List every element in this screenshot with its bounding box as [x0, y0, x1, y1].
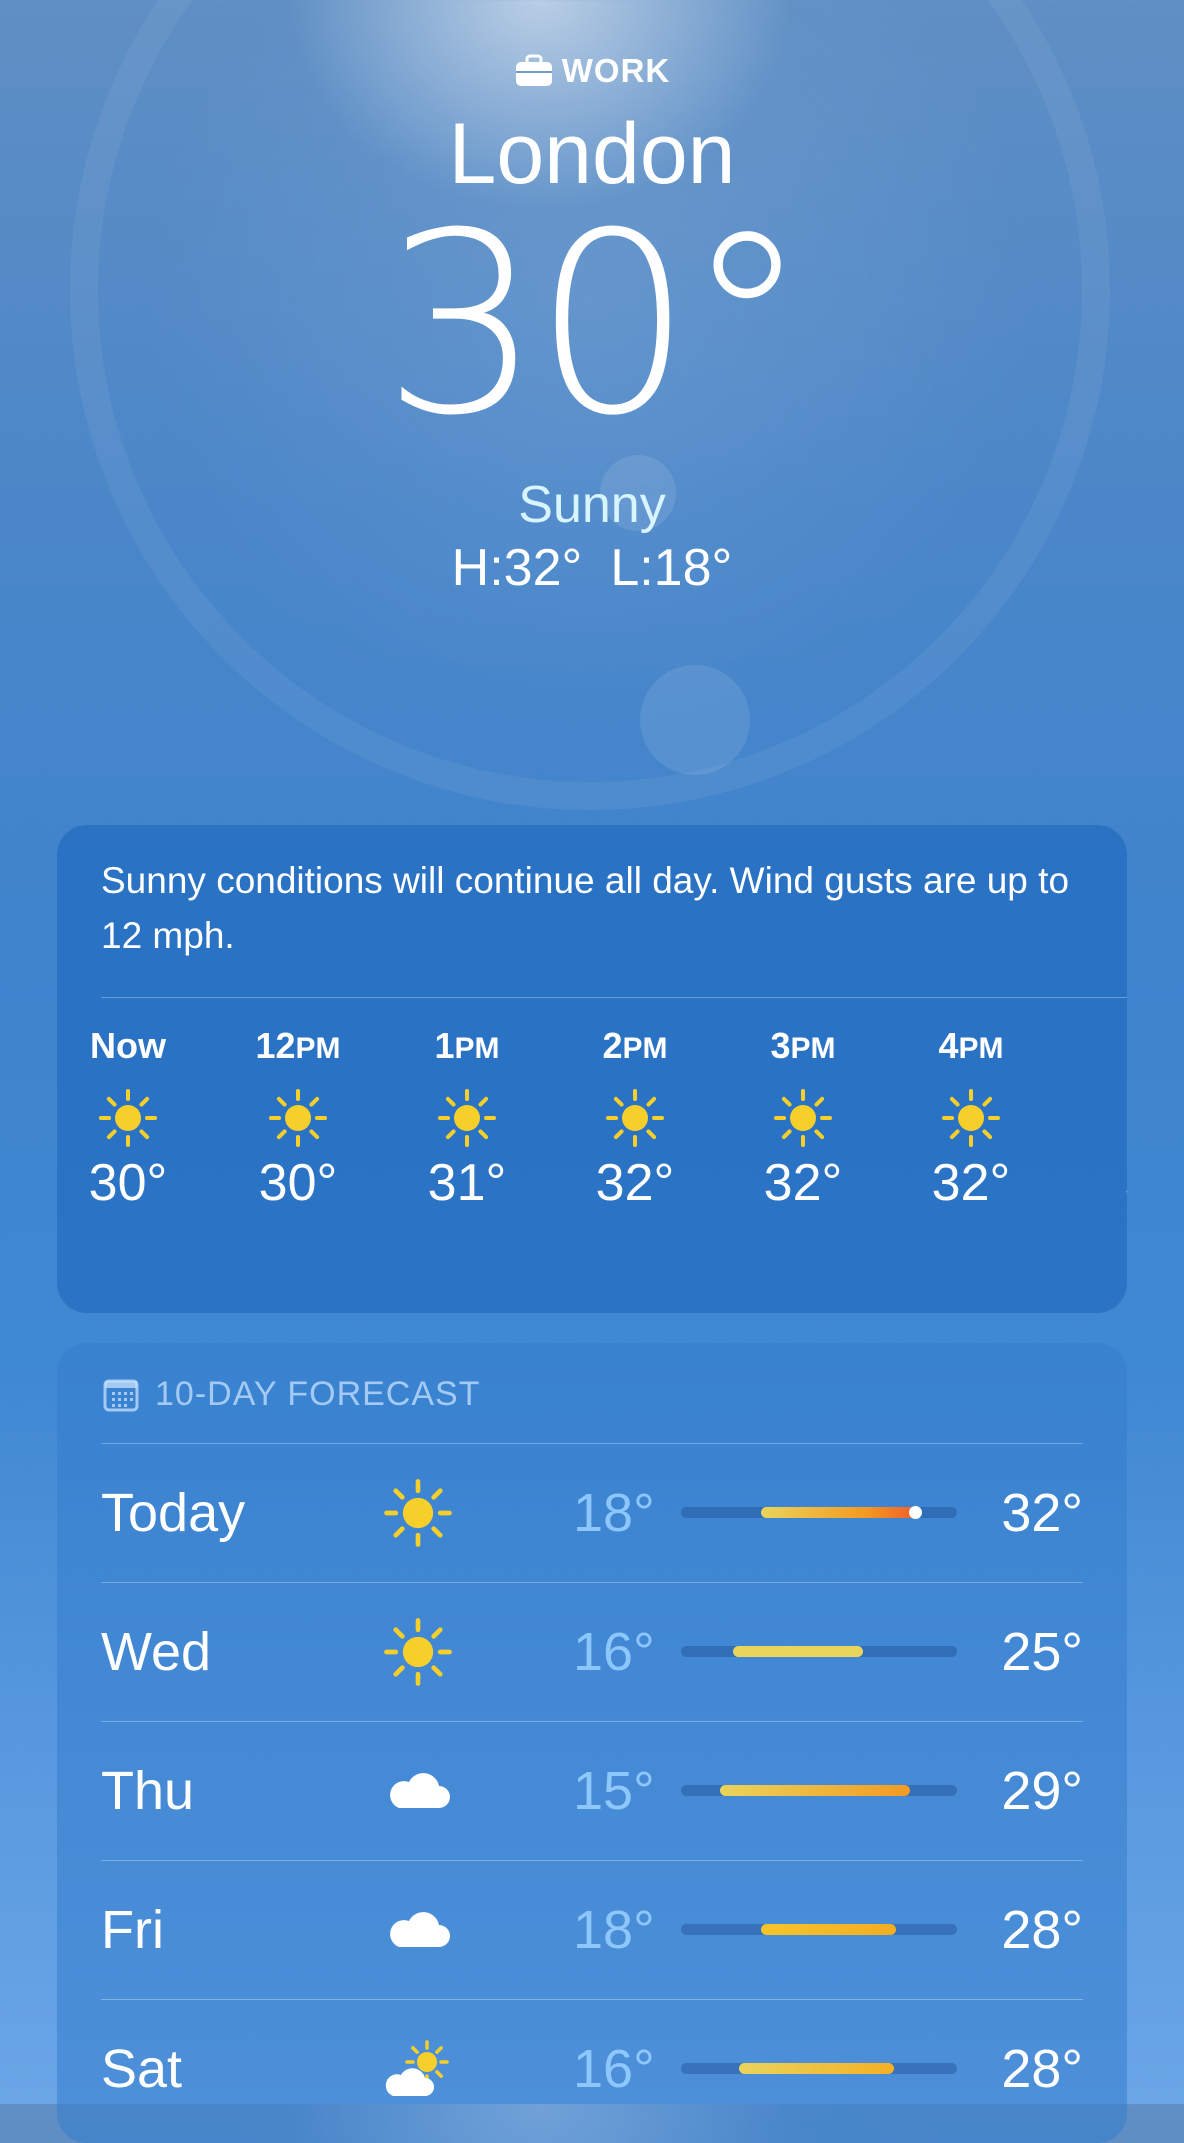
ten-day-forecast-card[interactable]: 10-DAY FORECAST Today 18° 32° Wed 16° 25° Thu 1… [57, 1343, 1127, 2143]
briefcase-icon [515, 54, 552, 86]
sun-icon [941, 1088, 1001, 1148]
divider [101, 997, 1127, 998]
hourly-scroller[interactable]: Now30°12PM30°1PM31°2PM32°3PM32°4PM32°53 [57, 1025, 1127, 1305]
hour-temp: 3 [1064, 1153, 1127, 1213]
condition-text: Sunny [518, 476, 666, 534]
temperature-range-fill [733, 1646, 863, 1657]
temperature-range-bar [681, 1785, 957, 1796]
forecast-high: 28° [1001, 2039, 1083, 2099]
forecast-row[interactable]: Wed 16° 25° [101, 1583, 1083, 1722]
hour-time: Now [57, 1025, 203, 1067]
forecast-day: Fri [101, 1900, 164, 1960]
cloud-icon [383, 1895, 453, 1965]
temperature-range-bar [681, 1646, 957, 1657]
forecast-summary: Sunny conditions will continue all day. … [101, 860, 1070, 956]
sun-icon [773, 1088, 833, 1148]
forecast-row[interactable]: Fri 18° 28° [101, 1861, 1083, 2000]
hour-time: 3PM [728, 1025, 878, 1067]
hour-time: 2PM [560, 1025, 710, 1067]
forecast-high: 25° [1001, 1622, 1083, 1682]
current-temp-dot [909, 1506, 922, 1519]
forecast-high: 29° [1001, 1761, 1083, 1821]
hour-time: 4PM [896, 1025, 1046, 1067]
cloud-icon [383, 1756, 453, 1826]
temperature-range-bar [681, 1506, 957, 1519]
hour-time-value: 1 [434, 1025, 455, 1066]
hour-temp: 32° [931, 1154, 1011, 1212]
sun-icon [383, 1478, 453, 1548]
location-label: WORK [0, 52, 1184, 90]
hour-time-value: 3 [770, 1025, 791, 1066]
hour-temp: 30° [88, 1154, 168, 1212]
forecast-low: 15° [573, 1761, 655, 1821]
calendar-icon [103, 1379, 139, 1411]
high-temp: H:32° [451, 539, 583, 597]
hour-time-suffix: PM [790, 1032, 836, 1065]
temperature-range-fill [720, 1785, 910, 1796]
hour-time-suffix: PM [454, 1032, 500, 1065]
partly-sunny-icon [383, 2034, 453, 2104]
hour-time: 1PM [392, 1025, 542, 1067]
low-temp: L:18° [610, 539, 733, 597]
hourly-forecast-card[interactable]: Sunny conditions will continue all day. … [57, 825, 1127, 1313]
temperature-range-bar [681, 1924, 957, 1935]
sun-icon [605, 1088, 665, 1148]
location-label-text: WORK [561, 52, 671, 89]
lens-flare [640, 665, 750, 775]
forecast-day: Today [101, 1483, 246, 1543]
hour-time-suffix: PM [295, 1032, 341, 1065]
current-temperature: 30° [382, 179, 809, 470]
temperature-range-fill [761, 1924, 896, 1935]
forecast-low: 16° [573, 2039, 655, 2099]
forecast-low: 18° [573, 1900, 655, 1960]
temperature-range-fill [761, 1507, 921, 1518]
hour-time: 12PM [223, 1025, 373, 1067]
temperature-range-fill [739, 2063, 894, 2074]
hour-time-value: 12 [255, 1025, 296, 1066]
sun-icon [268, 1088, 328, 1148]
forecast-high: 28° [1001, 1900, 1083, 1960]
hour-time-value: Now [90, 1025, 166, 1066]
forecast-low: 18° [573, 1483, 655, 1543]
hour-temp: 31° [427, 1154, 507, 1212]
forecast-day: Thu [101, 1761, 195, 1821]
forecast-row[interactable]: Today 18° 32° [101, 1444, 1083, 1583]
forecast-row[interactable]: Sat 16° 28° [101, 2000, 1083, 2139]
forecast-day: Wed [101, 1622, 212, 1682]
forecast-row[interactable]: Thu 15° 29° [101, 1722, 1083, 1861]
temperature-range-bar [681, 2063, 957, 2074]
sun-icon [98, 1088, 158, 1148]
sun-icon [383, 1617, 453, 1687]
forecast-low: 16° [573, 1622, 655, 1682]
hour-temp: 30° [258, 1154, 338, 1212]
hour-temp: 32° [763, 1154, 843, 1212]
hour-time-value: 4 [938, 1025, 959, 1066]
forecast-title: 10-DAY FORECAST [155, 1375, 481, 1413]
hour-time: 5 [1064, 1025, 1127, 1067]
forecast-high: 32° [1001, 1483, 1083, 1543]
sun-icon [437, 1088, 497, 1148]
forecast-day: Sat [101, 2039, 183, 2099]
hour-time-value: 2 [602, 1025, 623, 1066]
forecast-header: 10-DAY FORECAST [103, 1375, 480, 1414]
high-low: H:32° L:18° [0, 538, 1184, 598]
hour-temp: 32° [595, 1154, 675, 1212]
hour-time-suffix: PM [622, 1032, 668, 1065]
hour-time-suffix: PM [958, 1032, 1004, 1065]
